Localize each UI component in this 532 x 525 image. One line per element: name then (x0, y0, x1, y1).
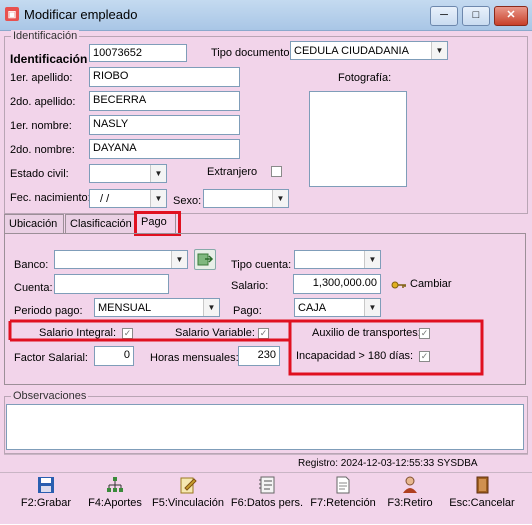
aportes-button[interactable]: F4:Aportes (79, 474, 151, 518)
grabar-label: F2:Grabar (20, 497, 72, 509)
clipboard-pencil-icon (180, 477, 197, 494)
employee-window: ▣ Modificar empleado ─ □ ✕ Identificació… (0, 0, 532, 524)
cancelar-button[interactable]: Esc:Cancelar (444, 474, 520, 518)
retiro-button[interactable]: F3:Retiro (374, 474, 446, 518)
observaciones-group-title: Observaciones (11, 390, 89, 402)
observaciones-textarea[interactable] (6, 404, 524, 450)
exit-door-icon (476, 476, 489, 494)
cancelar-label: Esc:Cancelar (449, 497, 515, 509)
datos-pers-button[interactable]: F6:Datos pers. (228, 474, 306, 518)
vinculacion-label: F5:Vinculación (152, 497, 224, 509)
floppy-icon (38, 477, 54, 493)
status-bar: Registro: 2024-12-03-12:55:33 SYSDBA (4, 454, 528, 471)
aportes-label: F4:Aportes (88, 497, 142, 509)
org-chart-icon (107, 477, 123, 492)
retencion-label: F7:Retención (310, 497, 376, 509)
person-icon (403, 476, 417, 493)
grabar-button[interactable]: F2:Grabar (10, 474, 82, 518)
datos-pers-label: F6:Datos pers. (230, 497, 304, 509)
registro-status: Registro: 2024-12-03-12:55:33 SYSDBA (298, 458, 478, 469)
notebook-icon (259, 476, 275, 494)
document-icon (336, 476, 350, 494)
vinculacion-button[interactable]: F5:Vinculación (148, 474, 228, 518)
retiro-label: F3:Retiro (387, 497, 433, 509)
retencion-button[interactable]: F7:Retención (306, 474, 380, 518)
